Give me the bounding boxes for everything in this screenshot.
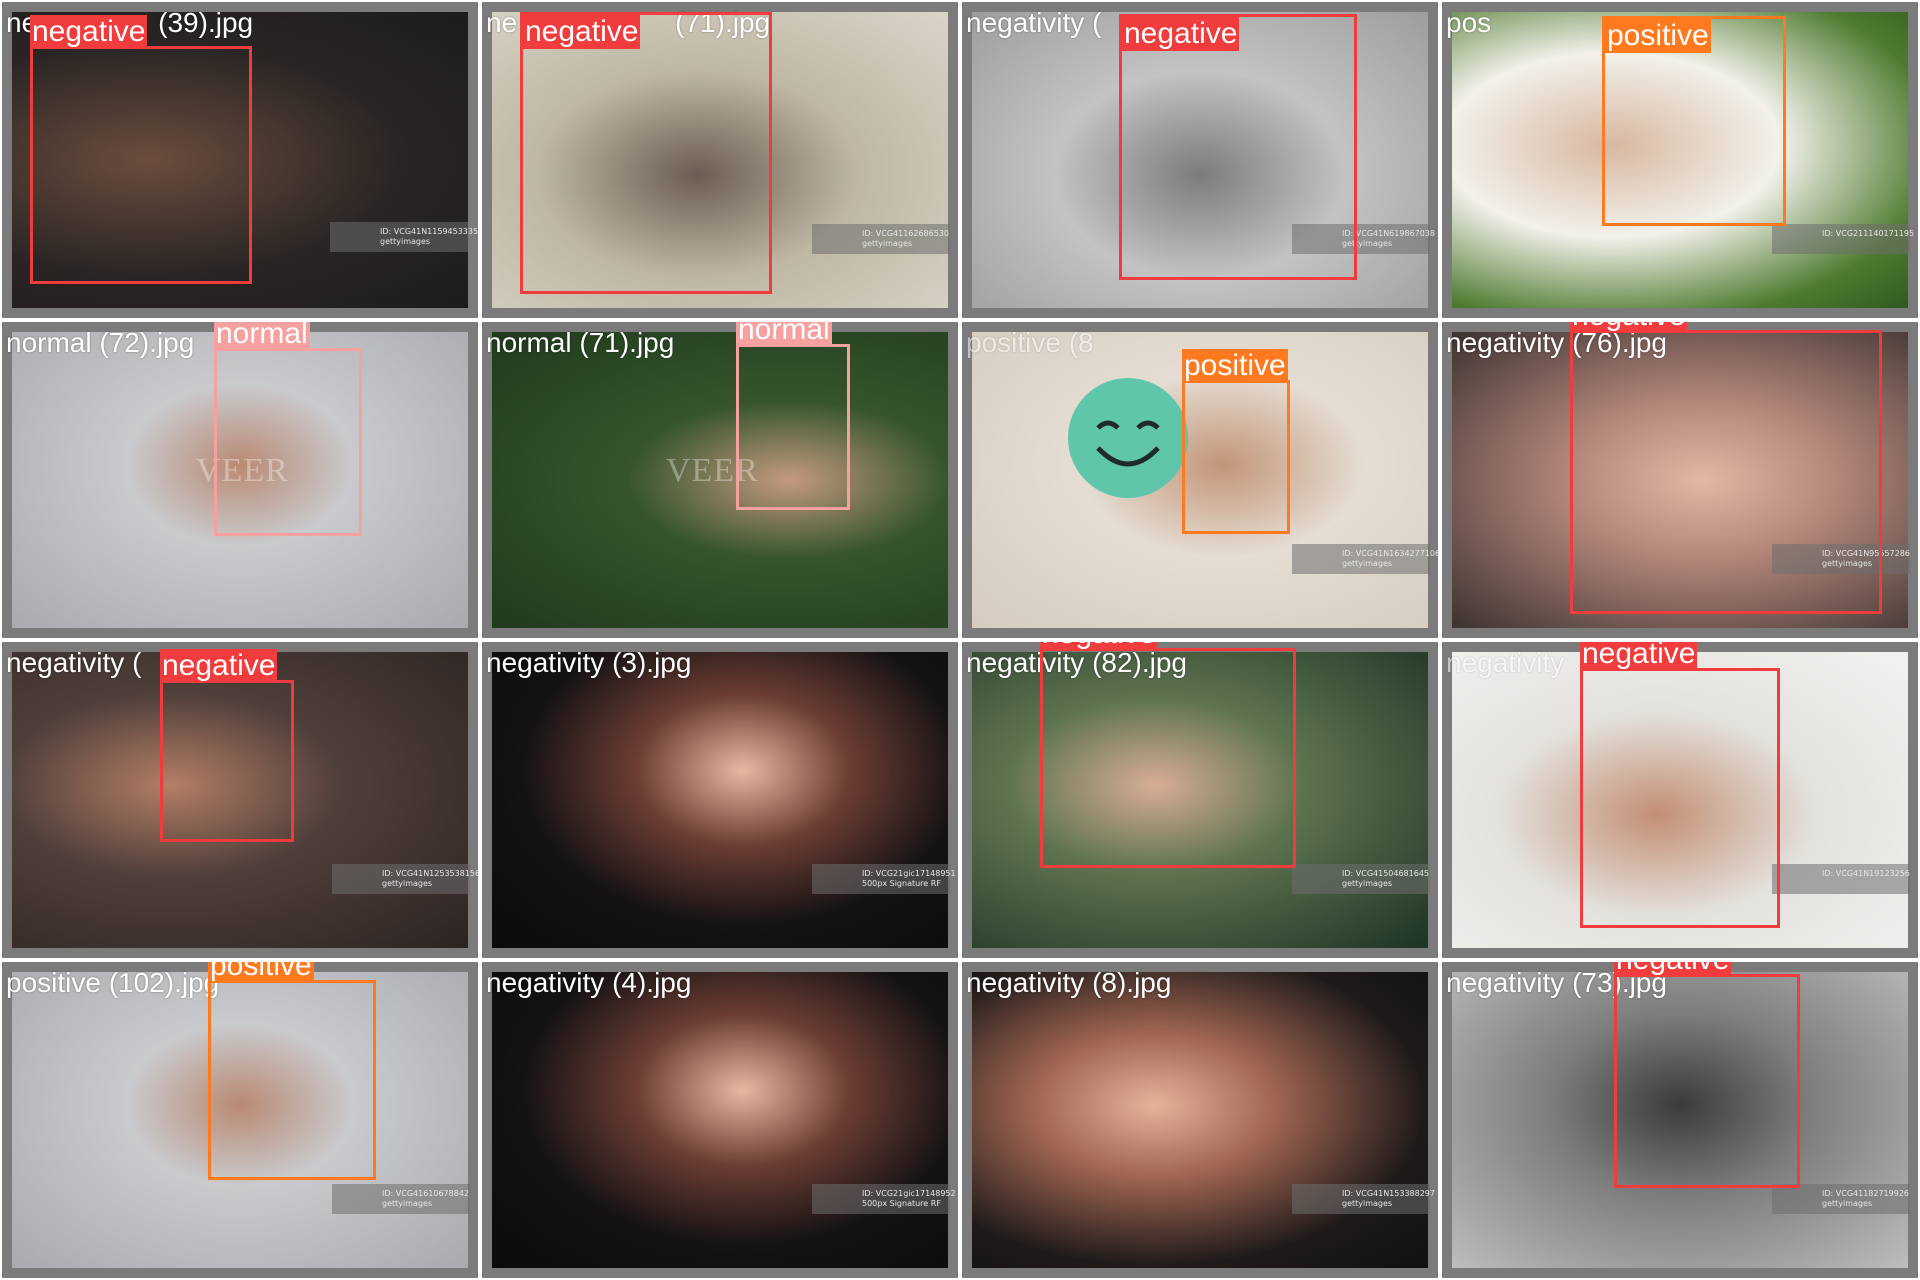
- watermark-brand: gettyimages: [1342, 559, 1393, 568]
- image-tile[interactable]: ID: VCG41N1253538156 gettyimages negativ…: [0, 640, 480, 960]
- filename-label: negativity (4).jpg: [486, 967, 692, 998]
- class-label: negative: [30, 15, 148, 49]
- watermark-brand: gettyimages: [1342, 879, 1393, 888]
- watermark-id: ID: VCG41504681645: [1342, 869, 1430, 878]
- image-tile[interactable]: ID: VCG41N153388297 gettyimages negativi…: [960, 960, 1440, 1280]
- watermark-brand: gettyimages: [1342, 1199, 1393, 1208]
- filename-label: normal (72).jpg: [6, 327, 195, 358]
- watermark-id: ID: VCG21gic17148952: [862, 1189, 956, 1198]
- class-label: negative: [1614, 962, 1732, 977]
- filename-label: negativity (3).jpg: [486, 647, 692, 678]
- class-label: positive: [1182, 349, 1288, 383]
- watermark-id: ID: VCG211140171195: [1822, 229, 1915, 238]
- getty-watermark: ID: VCG41N19123256: [1772, 864, 1910, 894]
- image-tile[interactable]: ID: VCG41610678842 gettyimages positive …: [0, 960, 480, 1280]
- image-tile[interactable]: VEER normal (72).jpg normal: [0, 320, 480, 640]
- detection-box: negative: [160, 649, 294, 842]
- watermark-id: ID: VCG41182719926: [1822, 1189, 1910, 1198]
- filename-label: negativity: [1446, 647, 1565, 678]
- detection-box: negative: [1040, 642, 1296, 868]
- getty-watermark: ID: VCG41504681645 gettyimages: [1292, 864, 1430, 894]
- getty-watermark: ID: VCG41N1253538156 gettyimages: [332, 864, 480, 894]
- image-tile[interactable]: VEER normal (71).jpg normal: [480, 320, 960, 640]
- class-label: negative: [1580, 642, 1698, 671]
- getty-watermark: ID: VCG41N1159453335 gettyimages: [330, 222, 479, 252]
- watermark-brand: gettyimages: [380, 237, 431, 246]
- class-label: negative: [1122, 17, 1240, 51]
- getty-watermark: ID: VCG41162686530 gettyimages: [812, 224, 950, 254]
- getty-watermark: ID: VCG21gic17148951 500px Signature RF: [812, 864, 956, 894]
- filename-label: negativity (: [966, 7, 1102, 38]
- watermark-id: ID: VCG41162686530: [862, 229, 950, 238]
- watermark-id: ID: VCG41N163427710676: [1342, 549, 1440, 558]
- image-tile[interactable]: ID: VCG41504681645 gettyimages negativit…: [960, 640, 1440, 960]
- smiley-icon: [1096, 420, 1160, 467]
- watermark-brand: gettyimages: [862, 239, 913, 248]
- detection-box: positive: [208, 962, 376, 1180]
- detection-box: normal: [214, 322, 362, 536]
- getty-watermark: ID: VCG41N163427710676 gettyimages: [1292, 544, 1440, 574]
- class-label: negative: [523, 15, 641, 49]
- class-label: negative: [1040, 642, 1158, 651]
- filename-label: positive (102).jpg: [6, 967, 220, 998]
- class-label: negative: [1570, 322, 1688, 333]
- photo: [492, 972, 948, 1268]
- image-tile[interactable]: ID: VCG41N163427710676 gettyimages posit…: [960, 320, 1440, 640]
- getty-watermark: ID: VCG21gic17148952 500px Signature RF: [812, 1184, 956, 1214]
- filename-label: pos: [1446, 7, 1492, 38]
- image-tile[interactable]: ID: VCG21gic17148951 500px Signature RF …: [480, 640, 960, 960]
- detection-box: normal: [736, 322, 850, 510]
- image-tile[interactable]: ID: VCG211140171195 pos positive: [1440, 0, 1920, 320]
- detection-results-grid: ID: VCG41N1159453335 gettyimages ne (39).…: [0, 0, 1920, 1280]
- class-label: normal: [736, 322, 832, 347]
- filename-label: negativity (: [6, 647, 142, 678]
- detection-box: positive: [1602, 16, 1786, 226]
- class-label: negative: [160, 649, 278, 683]
- image-tile[interactable]: ID: VCG41N19123256 negativity negative: [1440, 640, 1920, 960]
- filename-label: positive (8: [966, 327, 1094, 358]
- watermark-brand: gettyimages: [1822, 1199, 1873, 1208]
- watermark-id: ID: VCG41N19123256: [1822, 869, 1910, 878]
- getty-watermark: ID: VCG41N153388297 gettyimages: [1292, 1184, 1435, 1214]
- getty-watermark: ID: VCG41182719926 gettyimages: [1772, 1184, 1910, 1214]
- smiley-face-card: [1068, 378, 1188, 498]
- class-label: normal: [214, 322, 310, 351]
- detection-box: negative: [520, 12, 772, 294]
- detection-box: positive: [1182, 349, 1290, 534]
- image-tile[interactable]: ID: VCG21gic17148952 500px Signature RF …: [480, 960, 960, 1280]
- image-tile[interactable]: ID: VCG41N619867038 gettyimages negativi…: [960, 0, 1440, 320]
- detection-box: negative: [1614, 962, 1800, 1188]
- photo: [972, 972, 1428, 1268]
- filename-label: negativity (8).jpg: [966, 967, 1172, 998]
- class-label: positive: [1605, 19, 1711, 53]
- watermark-id: ID: VCG21gic17148951: [862, 869, 956, 878]
- watermark-brand: 500px Signature RF: [862, 1199, 941, 1208]
- watermark-brand: 500px Signature RF: [862, 879, 941, 888]
- getty-watermark: ID: VCG211140171195: [1772, 224, 1915, 254]
- image-tile[interactable]: ID: VCG41N1159453335 gettyimages ne (39).…: [0, 0, 480, 320]
- watermark-id: ID: VCG41N153388297: [1342, 1189, 1435, 1198]
- watermark-id: ID: VCG41N1159453335: [380, 227, 479, 236]
- detection-box: negative: [1570, 322, 1882, 614]
- photo: [492, 652, 948, 948]
- detection-box: negative: [30, 15, 252, 284]
- watermark-id: ID: VCG41N1253538156: [382, 869, 480, 878]
- class-label: positive: [208, 962, 314, 983]
- watermark-id: ID: VCG41610678842: [382, 1189, 470, 1198]
- watermark-brand: gettyimages: [382, 1199, 433, 1208]
- image-tile[interactable]: ID: VCG41N95557286 gettyimages negativit…: [1440, 320, 1920, 640]
- detection-box: negative: [1580, 642, 1780, 928]
- watermark-brand: gettyimages: [382, 879, 433, 888]
- image-tile[interactable]: ID: VCG41182719926 gettyimages negativit…: [1440, 960, 1920, 1280]
- getty-watermark: ID: VCG41610678842 gettyimages: [332, 1184, 470, 1214]
- detection-box: negative: [1119, 14, 1357, 280]
- image-tile[interactable]: ID: VCG41162686530 gettyimages ne (71).jp…: [480, 0, 960, 320]
- filename-label: normal (71).jpg: [486, 327, 675, 358]
